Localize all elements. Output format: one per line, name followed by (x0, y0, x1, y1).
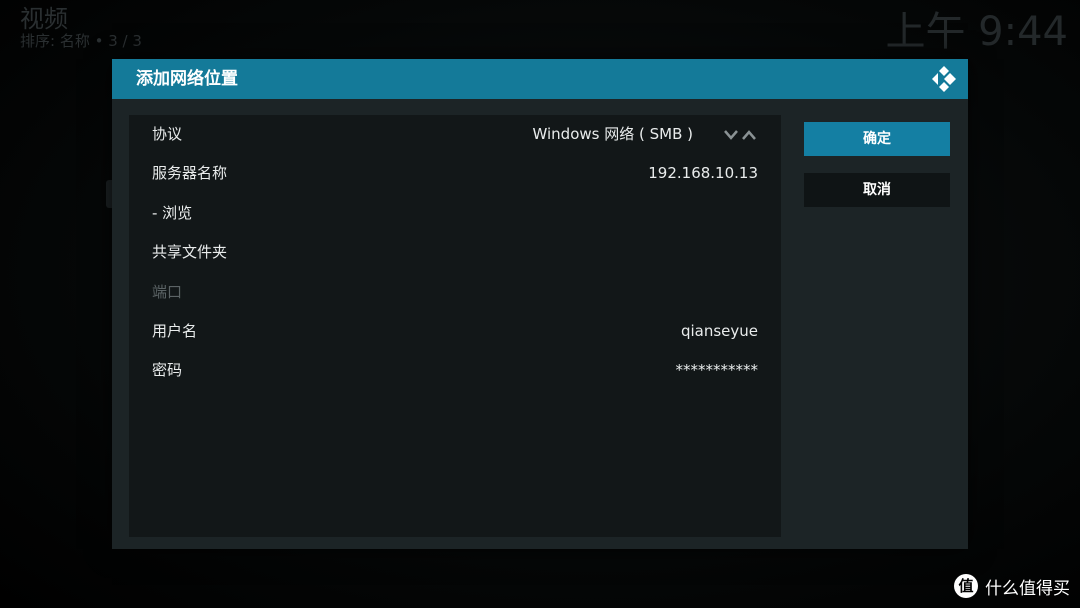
ok-button[interactable]: 确定 (804, 122, 950, 156)
setting-row-protocol[interactable]: 协议 Windows 网络 ( SMB ) (129, 115, 781, 154)
setting-value: *********** (675, 361, 759, 379)
setting-row-port: 端口 (129, 273, 781, 312)
watermark-logo-icon: 值 (954, 574, 978, 598)
setting-row-browse[interactable]: - 浏览 (129, 194, 781, 233)
setting-row-shared-folder[interactable]: 共享文件夹 (129, 233, 781, 272)
background-section-title: 视频 (20, 5, 68, 33)
watermark: 值 什么值得买 (954, 573, 1070, 599)
setting-row-password[interactable]: 密码 *********** (129, 351, 781, 390)
watermark-text: 什么值得买 (985, 578, 1070, 599)
setting-value: 192.168.10.13 (648, 164, 758, 182)
setting-value: Windows 网络 ( SMB ) (532, 125, 694, 143)
setting-label: 用户名 (152, 322, 198, 340)
add-network-location-dialog: 添加网络位置 协议 Windows 网络 ( SMB ) 服务器名称 192.1… (112, 59, 968, 549)
dialog-header: 添加网络位置 (112, 59, 968, 99)
setting-label: 共享文件夹 (152, 243, 228, 261)
cancel-button[interactable]: 取消 (804, 173, 950, 207)
setting-row-server-name[interactable]: 服务器名称 192.168.10.13 (129, 154, 781, 193)
setting-row-username[interactable]: 用户名 qianseyue (129, 312, 781, 351)
setting-label: 密码 (152, 361, 183, 379)
setting-label: 端口 (152, 283, 183, 301)
dialog-title: 添加网络位置 (136, 69, 238, 89)
spinner-control[interactable] (723, 127, 759, 143)
kodi-logo-icon (932, 66, 956, 92)
settings-list: 协议 Windows 网络 ( SMB ) 服务器名称 192.168.10.1… (129, 115, 781, 537)
chevron-up-icon[interactable] (742, 130, 756, 140)
setting-value: qianseyue (680, 322, 758, 340)
setting-label: - 浏览 (152, 204, 193, 222)
background-sort-info: 排序: 名称 • 3 / 3 (20, 32, 142, 50)
screen: 视频 排序: 名称 • 3 / 3 上午 9:44 添加网络位置 协议 Wind… (0, 0, 1080, 608)
chevron-down-icon[interactable] (724, 130, 738, 140)
setting-label: 协议 (152, 125, 183, 143)
clock: 上午 9:44 (885, 9, 1068, 55)
setting-label: 服务器名称 (152, 164, 228, 182)
